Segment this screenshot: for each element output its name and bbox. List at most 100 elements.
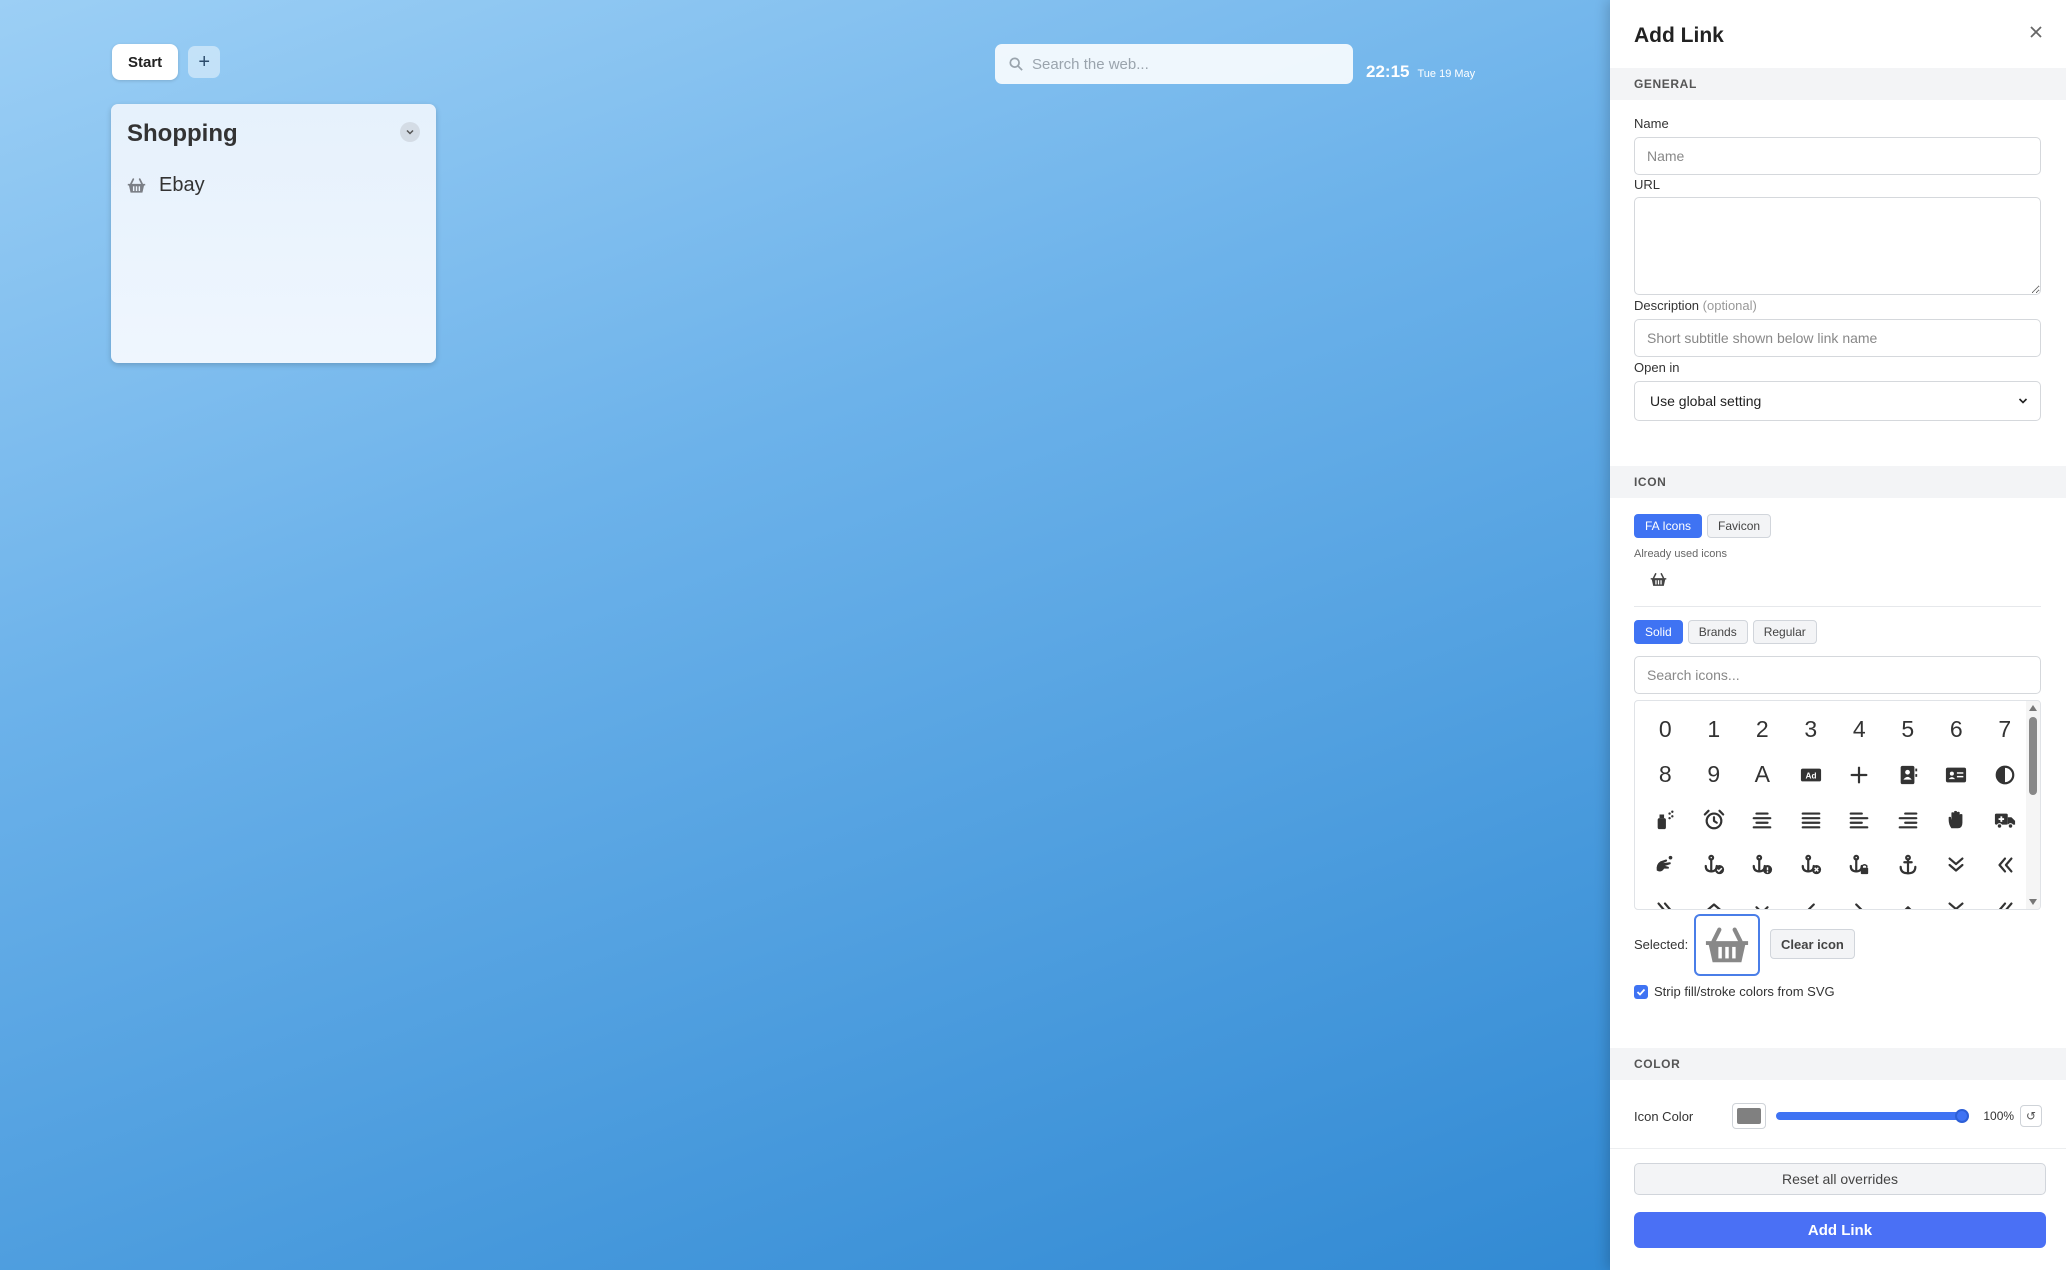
- web-search-input[interactable]: Search the web...: [995, 44, 1353, 84]
- icon-grid-scrollbar[interactable]: [2026, 701, 2040, 909]
- already-used-label: Already used icons: [1634, 548, 1727, 560]
- tab-solid[interactable]: Solid: [1634, 620, 1683, 644]
- glyph-icon-4[interactable]: 4: [1835, 707, 1884, 752]
- truck-medical-icon[interactable]: [1981, 797, 2030, 842]
- strip-colors-label: Strip fill/stroke colors from SVG: [1654, 984, 1835, 999]
- anchor-lock-icon[interactable]: [1835, 842, 1884, 887]
- group-card-shopping: Shopping Ebay: [111, 104, 436, 363]
- tab-favicon[interactable]: Favicon: [1707, 514, 1772, 538]
- tab-regular[interactable]: Regular: [1752, 620, 1817, 644]
- plus-icon[interactable]: [1835, 752, 1884, 797]
- clock: 22:15 Tue 19 May: [1366, 62, 1475, 82]
- section-general: GENERAL: [1610, 68, 2066, 100]
- card-collapse-button[interactable]: [400, 122, 420, 142]
- anchor-circle-exclamation-icon[interactable]: [1738, 842, 1787, 887]
- tab-brands[interactable]: Brands: [1687, 620, 1748, 644]
- angle-left-icon[interactable]: [1787, 887, 1836, 909]
- add-link-panel: Add Link GENERAL Name URL Description (o…: [1610, 0, 2066, 1270]
- chevron-down-icon: [2018, 398, 2028, 404]
- clock-date: Tue 19 May: [1417, 68, 1476, 80]
- alarm-clock-icon[interactable]: [1690, 797, 1739, 842]
- anchor-circle-check-icon[interactable]: [1690, 842, 1739, 887]
- selected-icon-preview: [1694, 914, 1760, 976]
- glyph-icon-8[interactable]: 8: [1641, 752, 1690, 797]
- angle-down-icon[interactable]: [1738, 887, 1787, 909]
- icon-grid: 0 1 2 3 4 5 6 7 8 9 A Ad: [1634, 700, 2041, 910]
- svg-text:Ad: Ad: [1805, 771, 1816, 780]
- angle-up-icon[interactable]: [1884, 887, 1933, 909]
- opacity-value: 100%: [1983, 1109, 2015, 1123]
- add-tab-button[interactable]: +: [188, 46, 221, 78]
- url-label: URL: [1634, 177, 1661, 192]
- check-icon: [1636, 988, 1646, 996]
- scroll-up-arrow[interactable]: [2029, 705, 2037, 711]
- circle-half-icon[interactable]: [1981, 752, 2030, 797]
- anchor-circle-xmark-icon[interactable]: [1787, 842, 1836, 887]
- angles-down-icon[interactable]: [1932, 842, 1981, 887]
- icon-source-tabs: FA Icons Favicon: [1634, 514, 1772, 538]
- glyph-icon-a[interactable]: A: [1738, 752, 1787, 797]
- tab-fa-icons[interactable]: FA Icons: [1634, 514, 1703, 538]
- scroll-down-arrow[interactable]: [2029, 899, 2037, 905]
- address-card-icon[interactable]: [1932, 752, 1981, 797]
- swatch-fill: [1736, 1108, 1761, 1124]
- angles-up-icon[interactable]: [1690, 887, 1739, 909]
- web-search-placeholder: Search the web...: [1032, 55, 1149, 73]
- open-in-select[interactable]: Use global setting: [1634, 381, 2041, 421]
- glyph-icon-0[interactable]: 0: [1641, 707, 1690, 752]
- icon-search-input[interactable]: [1634, 656, 2041, 694]
- tab-bar: Start +: [112, 44, 221, 80]
- angles-left-icon[interactable]: [1981, 887, 2030, 909]
- description-label-text: Description: [1634, 298, 1700, 313]
- ad-icon[interactable]: Ad: [1787, 752, 1836, 797]
- clear-icon-button[interactable]: Clear icon: [1770, 929, 1855, 959]
- align-left-icon[interactable]: [1835, 797, 1884, 842]
- spray-can-icon[interactable]: [1641, 797, 1690, 842]
- section-icon: ICON: [1610, 466, 2066, 498]
- angles-down-icon[interactable]: [1932, 887, 1981, 909]
- open-in-label: Open in: [1634, 360, 1680, 375]
- used-icon-basket[interactable]: [1650, 572, 1667, 592]
- clock-time: 22:15: [1366, 62, 1410, 81]
- icon-opacity-slider[interactable]: [1775, 1109, 1970, 1123]
- glyph-icon-1[interactable]: 1: [1690, 707, 1739, 752]
- close-icon[interactable]: [2026, 22, 2046, 42]
- align-justify-icon[interactable]: [1787, 797, 1836, 842]
- align-right-icon[interactable]: [1884, 797, 1933, 842]
- hand-icon[interactable]: [1932, 797, 1981, 842]
- hands-asl-icon[interactable]: [1641, 842, 1690, 887]
- glyph-icon-3[interactable]: 3: [1787, 707, 1836, 752]
- align-center-icon[interactable]: [1738, 797, 1787, 842]
- glyph-icon-5[interactable]: 5: [1884, 707, 1933, 752]
- section-color: COLOR: [1610, 1048, 2066, 1080]
- strip-colors-checkbox[interactable]: [1634, 984, 1648, 999]
- search-icon: [1009, 57, 1023, 71]
- panel-footer: Reset all overrides Add Link: [1610, 1148, 2066, 1270]
- divider: [1634, 606, 2041, 607]
- angles-left-icon[interactable]: [1981, 842, 2030, 887]
- scroll-thumb[interactable]: [2029, 717, 2037, 795]
- angles-right-icon[interactable]: [1641, 887, 1690, 909]
- anchor-icon[interactable]: [1884, 842, 1933, 887]
- name-input[interactable]: [1634, 137, 2041, 175]
- angle-right-icon[interactable]: [1835, 887, 1884, 909]
- chevron-down-icon: [406, 129, 414, 135]
- link-item-ebay[interactable]: Ebay: [127, 174, 205, 197]
- glyph-icon-2[interactable]: 2: [1738, 707, 1787, 752]
- glyph-icon-9[interactable]: 9: [1690, 752, 1739, 797]
- reset-icon: ↺: [2025, 1109, 2037, 1123]
- icon-color-swatch[interactable]: [1731, 1103, 1766, 1129]
- basket-shopping-icon: [1705, 927, 1749, 963]
- description-label: Description (optional): [1634, 298, 1757, 313]
- reset-overrides-button[interactable]: Reset all overrides: [1634, 1163, 2046, 1195]
- description-input[interactable]: [1634, 319, 2041, 357]
- glyph-icon-6[interactable]: 6: [1932, 707, 1981, 752]
- glyph-icon-7[interactable]: 7: [1981, 707, 2030, 752]
- address-book-icon[interactable]: [1884, 752, 1933, 797]
- reset-color-button[interactable]: ↺: [2020, 1105, 2042, 1127]
- add-link-button[interactable]: Add Link: [1634, 1212, 2046, 1248]
- slider-knob[interactable]: [1955, 1109, 1970, 1123]
- panel-title: Add Link: [1634, 24, 1724, 47]
- tab-start[interactable]: Start: [112, 44, 179, 80]
- url-input[interactable]: [1634, 197, 2041, 295]
